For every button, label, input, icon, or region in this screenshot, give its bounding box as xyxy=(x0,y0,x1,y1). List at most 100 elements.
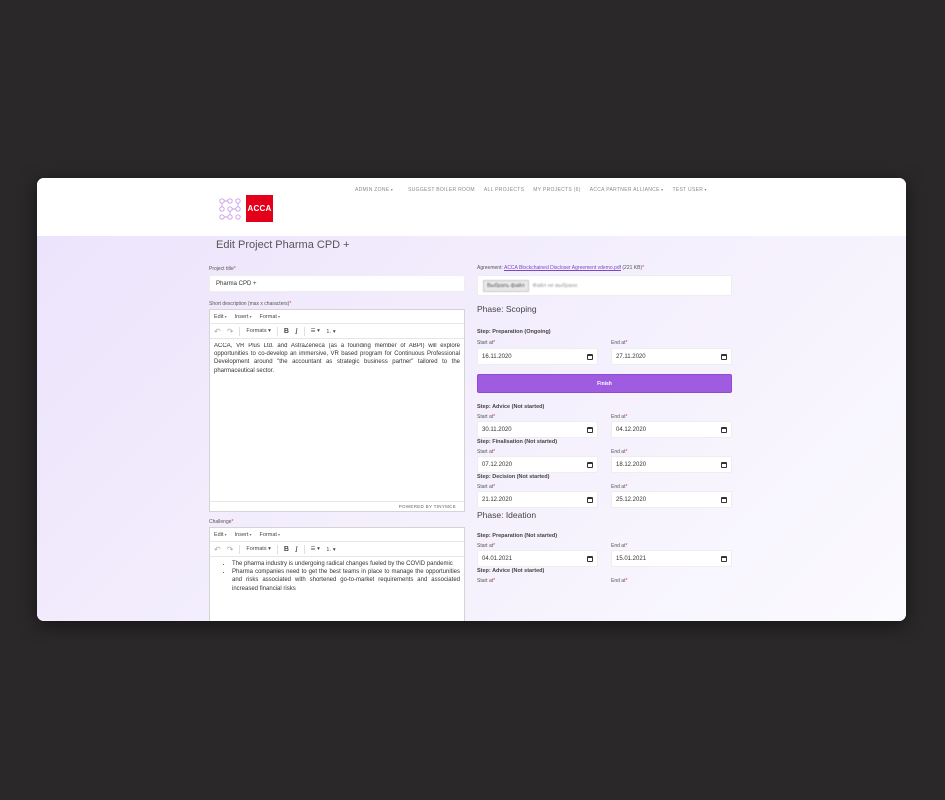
start-label: Start at* xyxy=(477,449,496,455)
end-date-input[interactable]: 15.01.2021 xyxy=(611,550,732,567)
nav-admin-zone[interactable]: ADMIN ZONE xyxy=(355,187,393,193)
nav-acca-partner-alliance[interactable]: ACCA PARTNER ALLIANCE xyxy=(590,187,664,193)
menu-insert[interactable]: Insert xyxy=(235,314,252,320)
calendar-icon[interactable] xyxy=(587,461,593,468)
editor-menubar: Edit Insert Format xyxy=(210,310,464,324)
agreement-file-link[interactable]: ACCA Blockchained Discloser Agreement vd… xyxy=(504,265,621,271)
date-row: Start at* 04.01.2021 End at* 15.01.2021 xyxy=(477,543,732,567)
start-date-input[interactable]: 30.11.2020 xyxy=(477,421,598,438)
start-date-input[interactable]: 16.11.2020 xyxy=(477,348,598,365)
date-row: Start at* 07.12.2020 End at* 18.12.2020 xyxy=(477,449,732,473)
end-date-input[interactable]: 25.12.2020 xyxy=(611,491,732,508)
date-row: Start at* End at* xyxy=(477,578,732,584)
calendar-icon[interactable] xyxy=(587,496,593,503)
nav-test-user[interactable]: TEST USER xyxy=(672,187,706,193)
step-title: Step: Finalisation (Not started) xyxy=(477,439,558,445)
toolbar-divider xyxy=(303,326,305,336)
calendar-icon[interactable] xyxy=(721,555,727,562)
short-description-editor[interactable]: Edit Insert Format ↶ ↷ Formats ▾ B I ☰ ▾… xyxy=(209,309,465,512)
end-date-input[interactable]: 04.12.2020 xyxy=(611,421,732,438)
page-title: Edit Project Pharma CPD + xyxy=(216,239,350,251)
step-title: Step: Advice (Not started) xyxy=(477,404,545,410)
bullet-list-icon[interactable]: ☰ ▾ xyxy=(311,546,320,552)
numbered-list-icon[interactable]: ⒈ ▾ xyxy=(326,327,336,335)
challenge-editor[interactable]: Edit Insert Format ↶ ↷ Formats ▾ B I ☰ ▾… xyxy=(209,527,465,621)
main-nav: ADMIN ZONE SUGGEST BOILER ROOM ALL PROJE… xyxy=(355,187,707,193)
menu-format[interactable]: Format xyxy=(260,314,281,320)
calendar-icon[interactable] xyxy=(587,353,593,360)
agreement-label: Agreement: ACCA Blockchained Discloser A… xyxy=(477,265,645,271)
menu-format[interactable]: Format xyxy=(260,532,281,538)
italic-button[interactable]: I xyxy=(295,545,298,554)
no-file-text: Файл не выбрано xyxy=(532,282,578,289)
undo-icon[interactable]: ↶ xyxy=(214,327,221,336)
formats-dropdown[interactable]: Formats ▾ xyxy=(246,328,270,334)
list-item: The pharma industry is undergoing radica… xyxy=(232,560,460,568)
numbered-list-icon[interactable]: ⒈ ▾ xyxy=(326,545,336,553)
left-column: Project title* Pharma CPD + Short descri… xyxy=(209,266,465,621)
step-title: Step: Advice (Not started) xyxy=(477,568,545,574)
start-date-input[interactable]: 07.12.2020 xyxy=(477,456,598,473)
toolbar-divider xyxy=(276,544,278,554)
end-label: End at* xyxy=(611,340,628,346)
toolbar-divider xyxy=(303,544,305,554)
end-label: End at* xyxy=(611,449,628,455)
calendar-icon[interactable] xyxy=(721,496,727,503)
menu-insert[interactable]: Insert xyxy=(235,532,252,538)
browser-window: ACCA ADMIN ZONE SUGGEST BOILER ROOM ALL … xyxy=(37,178,906,621)
toolbar-divider xyxy=(276,326,278,336)
bold-button[interactable]: B xyxy=(284,546,289,553)
menu-edit[interactable]: Edit xyxy=(214,314,227,320)
toolbar-divider xyxy=(239,544,241,554)
nav-suggest-boiler-room[interactable]: SUGGEST BOILER ROOM xyxy=(408,187,475,193)
phase-title: Phase: Scoping xyxy=(477,304,537,314)
start-label: Start at* xyxy=(477,340,496,346)
end-label: End at* xyxy=(611,543,628,549)
start-date-input[interactable]: 04.01.2021 xyxy=(477,550,598,567)
formats-dropdown[interactable]: Formats ▾ xyxy=(246,546,270,552)
powered-by-tinymce[interactable]: POWERED BY TINYMCE xyxy=(399,504,456,509)
nav-my-projects[interactable]: MY PROJECTS (6) xyxy=(533,187,580,193)
editor-menubar: Edit Insert Format xyxy=(210,528,464,542)
acca-logo: ACCA xyxy=(246,195,273,222)
redo-icon[interactable]: ↷ xyxy=(227,545,234,554)
phase-title: Phase: Ideation xyxy=(477,510,537,520)
end-label: End at* xyxy=(611,414,628,420)
editor-statusbar: POWERED BY TINYMCE xyxy=(210,501,464,511)
logo[interactable]: ACCA xyxy=(218,195,273,222)
project-title-input[interactable]: Pharma CPD + xyxy=(209,275,465,292)
network-logo-icon xyxy=(219,197,241,220)
date-row: Start at* 30.11.2020 End at* 04.12.2020 xyxy=(477,414,732,438)
short-description-text[interactable]: ACCA, VR Plus Ltd. and AstraZeneca (as a… xyxy=(210,339,464,378)
redo-icon[interactable]: ↷ xyxy=(227,327,234,336)
finish-button[interactable]: Finish xyxy=(477,374,732,393)
calendar-icon[interactable] xyxy=(587,426,593,433)
agreement-file-input[interactable]: Выбрать файл Файл не выбрано xyxy=(477,275,732,296)
calendar-icon[interactable] xyxy=(721,426,727,433)
challenge-label: Challenge* xyxy=(209,519,234,525)
short-description-label: Short description (max x characters)* xyxy=(209,301,292,307)
top-navbar: ACCA ADMIN ZONE SUGGEST BOILER ROOM ALL … xyxy=(37,178,906,236)
start-date-input[interactable]: 21.12.2020 xyxy=(477,491,598,508)
right-column: Agreement: ACCA Blockchained Discloser A… xyxy=(477,265,732,584)
calendar-icon[interactable] xyxy=(721,353,727,360)
bullet-list-icon[interactable]: ☰ ▾ xyxy=(311,328,320,334)
calendar-icon[interactable] xyxy=(721,461,727,468)
undo-icon[interactable]: ↶ xyxy=(214,545,221,554)
menu-edit[interactable]: Edit xyxy=(214,532,227,538)
start-label: Start at* xyxy=(477,578,496,584)
challenge-text[interactable]: The pharma industry is undergoing radica… xyxy=(210,557,464,596)
list-item: Pharma companies need to get the best te… xyxy=(232,568,460,593)
project-title-label: Project title* xyxy=(209,266,236,272)
calendar-icon[interactable] xyxy=(587,555,593,562)
nav-all-projects[interactable]: ALL PROJECTS xyxy=(484,187,524,193)
end-label: End at* xyxy=(611,578,628,584)
choose-file-button[interactable]: Выбрать файл xyxy=(483,279,529,292)
start-label: Start at* xyxy=(477,484,496,490)
end-date-input[interactable]: 27.11.2020 xyxy=(611,348,732,365)
end-date-input[interactable]: 18.12.2020 xyxy=(611,456,732,473)
main-content: Edit Project Pharma CPD + Project title*… xyxy=(37,236,906,621)
bold-button[interactable]: B xyxy=(284,328,289,335)
italic-button[interactable]: I xyxy=(295,327,298,336)
end-label: End at* xyxy=(611,484,628,490)
